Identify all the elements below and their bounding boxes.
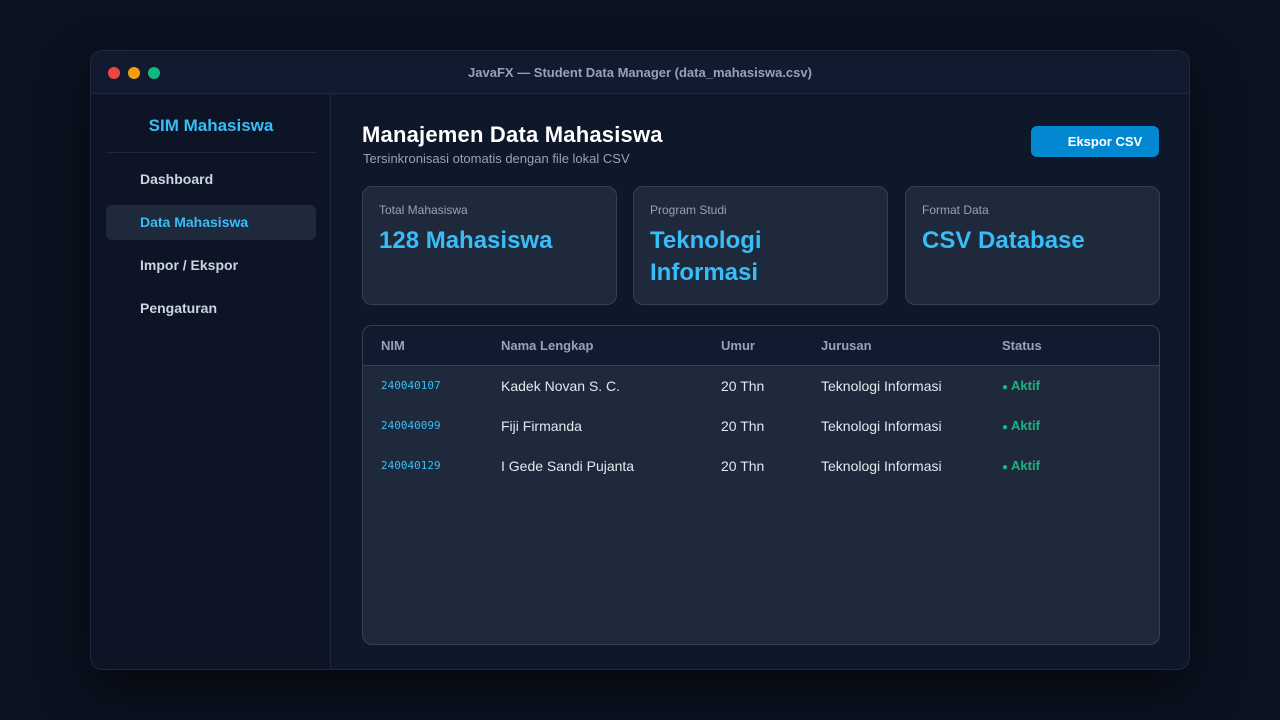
status-dot-icon: ●: [1002, 462, 1009, 473]
card-value: Teknologi Informasi: [650, 227, 762, 286]
main-content: Manajemen Data Mahasiswa Tersinkronisasi…: [332, 94, 1189, 669]
column-header-nim[interactable]: NIM: [381, 326, 405, 366]
column-header-umur[interactable]: Umur: [721, 326, 755, 366]
card-value: 128 Mahasiswa: [379, 227, 553, 254]
sidebar-divider: [106, 152, 316, 153]
cell-nim: 240040107: [381, 379, 441, 392]
status-dot-icon: ●: [1002, 382, 1009, 393]
window-title: JavaFX — Student Data Manager (data_maha…: [468, 65, 812, 80]
cell-nim: 240040129: [381, 459, 441, 472]
cell-jurusan: Teknologi Informasi: [821, 378, 942, 394]
cell-umur: 20 Thn: [721, 418, 765, 434]
status-badge: Aktif: [1011, 418, 1040, 433]
card-value: CSV Database: [922, 227, 1085, 254]
card-label: Program Studi: [650, 203, 727, 217]
app-brand: SIM Mahasiswa: [148, 116, 274, 135]
cell-umur: 20 Thn: [721, 378, 765, 394]
cell-nama: Fiji Firmanda: [501, 418, 582, 434]
cell-jurusan: Teknologi Informasi: [821, 418, 942, 434]
sidebar-item-data-mahasiswa[interactable]: Data Mahasiswa: [106, 205, 316, 240]
stat-card-program: Program Studi Teknologi Informasi: [633, 186, 888, 305]
sidebar-nav: Dashboard Data Mahasiswa Impor / Ekspor …: [106, 162, 316, 334]
column-header-nama[interactable]: Nama Lengkap: [501, 326, 593, 366]
cell-umur: 20 Thn: [721, 458, 765, 474]
cell-status: ● Aktif: [1002, 406, 1040, 448]
sidebar-item-impor-ekspor[interactable]: Impor / Ekspor: [106, 248, 316, 283]
status-badge: Aktif: [1011, 458, 1040, 473]
column-header-status[interactable]: Status: [1002, 326, 1042, 366]
title-bar: JavaFX — Student Data Manager (data_maha…: [91, 51, 1189, 94]
table-body: 240040107 Kadek Novan S. C. 20 Thn Tekno…: [363, 366, 1159, 486]
table-header: NIM Nama Lengkap Umur Jurusan Status: [363, 326, 1159, 366]
status-badge: Aktif: [1011, 378, 1040, 393]
sidebar-item-dashboard[interactable]: Dashboard: [106, 162, 316, 197]
cell-nama: I Gede Sandi Pujanta: [501, 458, 635, 474]
app-window: JavaFX — Student Data Manager (data_maha…: [90, 50, 1190, 670]
table-row[interactable]: 240040129 I Gede Sandi Pujanta 20 Thn Te…: [363, 446, 1159, 486]
cell-jurusan: Teknologi Informasi: [821, 458, 942, 474]
status-dot-icon: ●: [1002, 422, 1009, 433]
stat-card-format: Format Data CSV Database: [905, 186, 1160, 305]
sidebar: SIM Mahasiswa Dashboard Data Mahasiswa I…: [91, 94, 331, 669]
student-table: NIM Nama Lengkap Umur Jurusan Status 240…: [362, 325, 1160, 645]
table-row[interactable]: 240040107 Kadek Novan S. C. 20 Thn Tekno…: [363, 366, 1159, 406]
table-row[interactable]: 240040099 Fiji Firmanda 20 Thn Teknologi…: [363, 406, 1159, 446]
cell-nim: 240040099: [381, 419, 441, 432]
summary-cards: Total Mahasiswa 128 Mahasiswa Program St…: [362, 186, 1160, 305]
cell-status: ● Aktif: [1002, 366, 1040, 408]
card-label: Format Data: [922, 203, 989, 217]
cell-nama: Kadek Novan S. C.: [501, 378, 621, 394]
page-title: Manajemen Data Mahasiswa: [362, 122, 663, 147]
sidebar-item-pengaturan[interactable]: Pengaturan: [106, 291, 316, 326]
cell-status: ● Aktif: [1002, 446, 1040, 488]
page-subtitle: Tersinkronisasi otomatis dengan file lok…: [363, 151, 630, 166]
card-label: Total Mahasiswa: [379, 203, 468, 217]
stat-card-total: Total Mahasiswa 128 Mahasiswa: [362, 186, 617, 305]
export-csv-button[interactable]: Ekspor CSV: [1031, 126, 1159, 157]
column-header-jurusan[interactable]: Jurusan: [821, 326, 872, 366]
